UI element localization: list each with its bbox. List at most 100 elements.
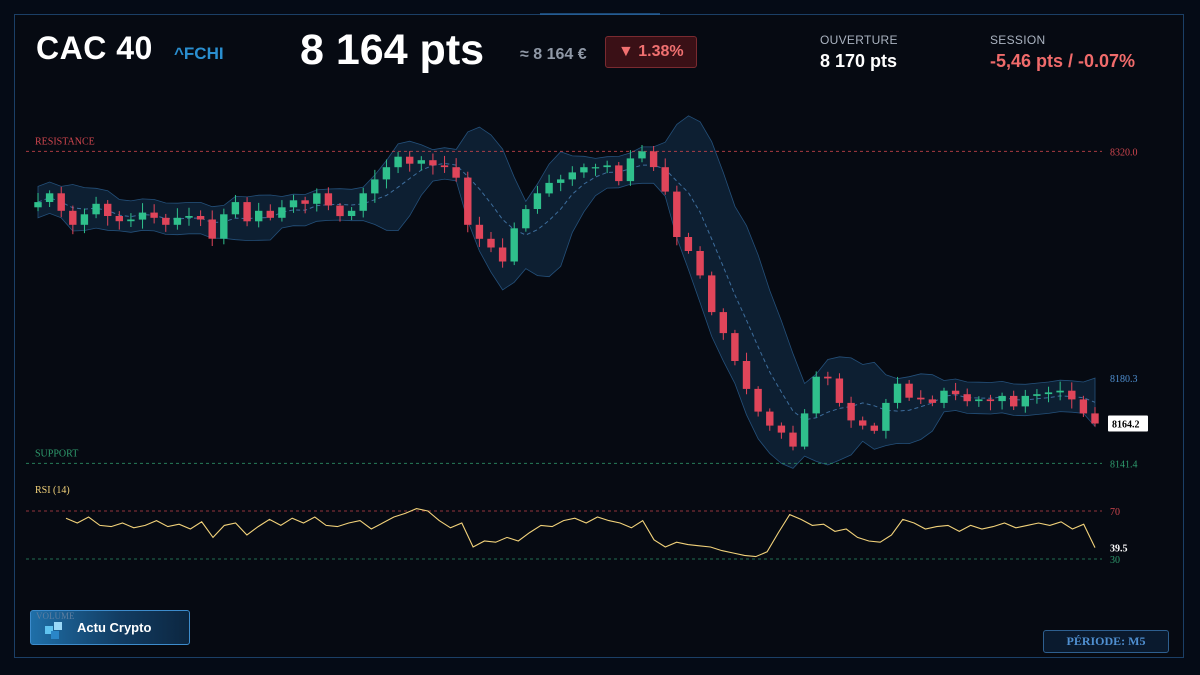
candle-body [1010,395,1018,407]
candle-body [789,432,797,447]
candle-body [1033,394,1041,396]
candle-body [615,165,623,182]
candle-body [324,193,333,206]
candle-body [766,411,774,426]
candle-body [731,333,739,361]
candle-body [963,394,971,402]
brand-name: Actu Crypto [77,620,152,635]
candle-body [104,203,112,216]
candle-body [150,212,158,218]
resistance-value: 8320.0 [1110,147,1138,158]
candle-body [429,160,437,166]
rsi-level-30: 30 [1110,555,1120,566]
candle-body [45,193,54,202]
candle-body [510,228,518,262]
candle-body [800,413,809,447]
upper-band-value: 8180.3 [1110,374,1138,385]
candle-body [115,216,123,222]
candle-body [220,214,228,239]
candle-body [289,200,298,208]
candle-body [464,177,472,225]
candle-body [940,390,948,403]
candle-body [847,402,855,421]
resistance-label: RESISTANCE [35,136,95,147]
candle-body [568,172,576,180]
candle-body [371,179,379,194]
bollinger-band [37,115,1096,469]
candle-body [173,217,182,225]
candle-body [742,361,751,389]
price-chart: RESISTANCE SUPPORT 8320.0 8141.4 8180.3 8164.… [26,115,1148,566]
candle-body [824,376,832,379]
candle-body [196,216,205,220]
candle-body [754,388,762,412]
candle-body [301,200,309,204]
candle-body [80,214,89,225]
candle-body [928,399,937,403]
candle-body [382,167,391,180]
candle-body [545,182,553,194]
candle-body [580,167,588,173]
candle-body [870,425,878,431]
candle-body [1079,399,1088,414]
candle-body [406,156,414,164]
rsi-last-value: 39.5 [1110,544,1128,555]
candle-body [231,202,240,215]
period-selector[interactable]: PÉRIODE: M5 [1043,630,1169,653]
candle-body [777,425,786,433]
candle-body [266,210,274,218]
candle-body [1044,392,1053,395]
candle-body [661,167,669,192]
rsi-title: RSI (14) [35,485,70,496]
candle-body [487,238,495,248]
last-price-value: 8164.2 [1112,420,1140,431]
rsi-level-70: 70 [1110,507,1120,518]
candle-body [882,402,890,431]
candle-body [440,165,449,168]
candle-body [522,209,530,229]
candle-body [127,219,135,222]
candle-body [313,193,321,204]
candle-body [626,158,635,182]
candle-body [162,217,170,225]
candle-body [557,179,565,183]
candle-body [812,376,820,414]
candle-body [138,212,147,220]
candle-body [92,203,100,215]
candle-body [255,210,263,222]
support-value: 8141.4 [1110,459,1138,470]
candle-body [986,399,995,402]
candle-body [905,383,913,398]
candle-body [859,420,867,426]
candle-body [684,237,693,251]
candle-body [1021,395,1029,407]
candle-body [394,156,402,168]
candle-body [696,251,704,276]
candle-body [417,160,425,164]
candle-body [336,205,344,217]
candle-body [278,207,286,218]
volume-label: VOLUME [36,611,75,621]
support-label: SUPPORT [35,448,78,459]
candle-body [638,151,646,159]
candle-body [185,216,193,218]
candle-body [591,167,600,169]
candle-body [835,378,844,403]
candle-body [34,202,42,208]
candle-body [719,312,727,334]
candle-body [603,165,611,168]
cube-logo-icon [45,622,62,639]
candle-body [1091,413,1099,424]
candle-body [893,383,902,403]
candle-body [649,151,658,168]
candle-body [917,397,925,400]
candle-body [673,191,681,237]
candle-body [708,275,716,313]
candle-body [57,193,65,211]
candle-body [359,193,367,211]
candle-body [975,399,983,402]
candle-body [1056,390,1064,393]
candle-body [475,224,484,239]
candle-body [533,193,542,209]
candle-body [951,390,960,395]
